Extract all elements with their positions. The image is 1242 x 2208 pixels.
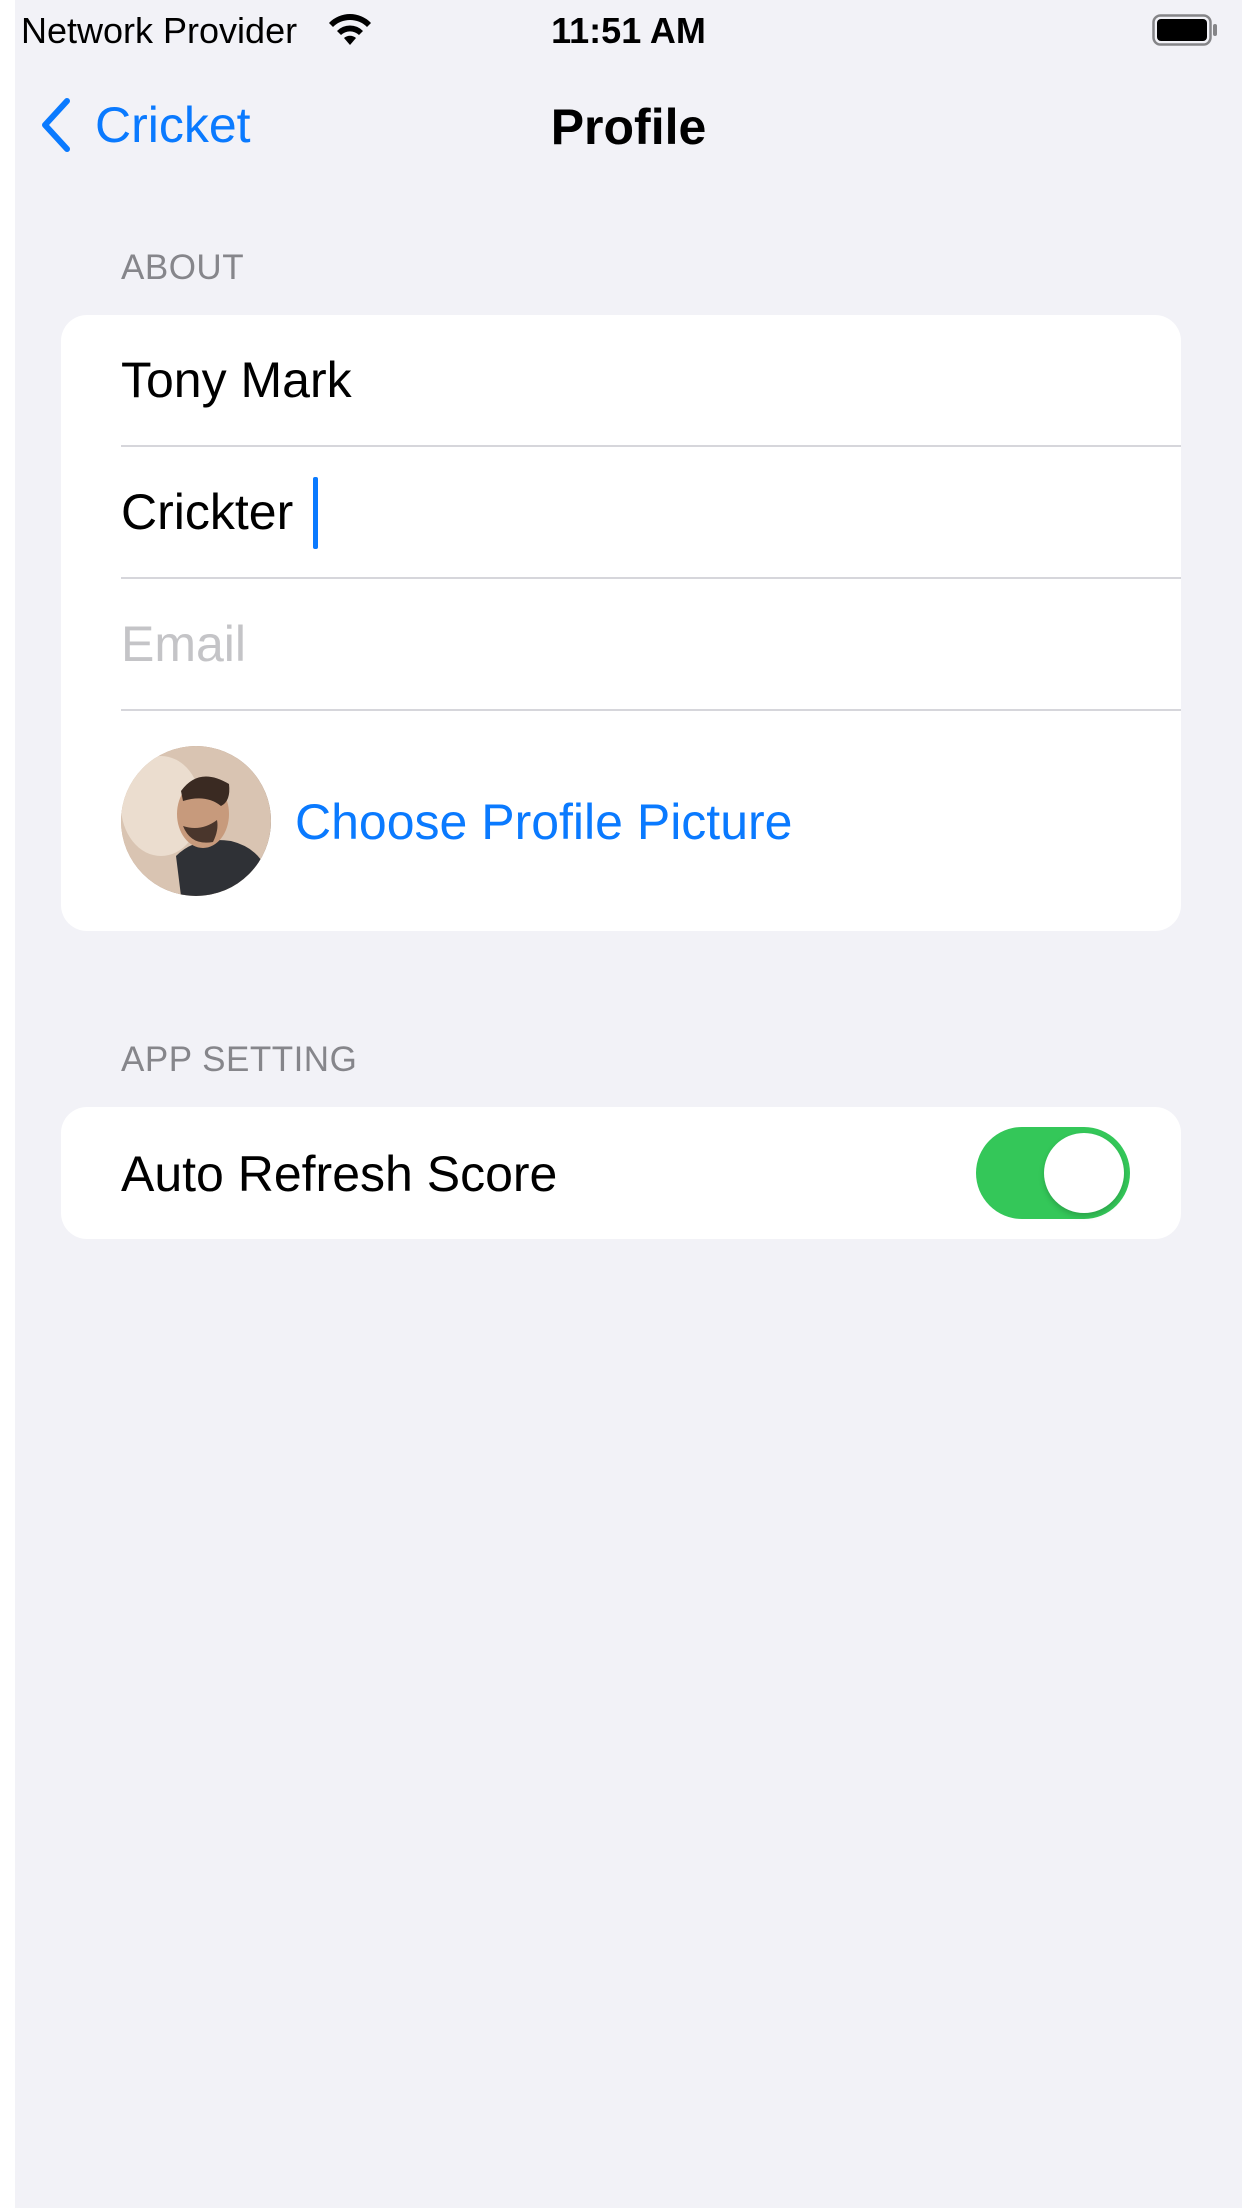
auto-refresh-row: Auto Refresh Score — [61, 1107, 1181, 1239]
text-cursor — [313, 477, 318, 549]
email-field[interactable] — [121, 579, 1121, 709]
navigation-bar: Cricket Profile — [15, 62, 1242, 188]
about-section-header: ABOUT — [121, 248, 245, 287]
app-setting-card: Auto Refresh Score — [61, 1107, 1181, 1239]
name-field[interactable] — [121, 315, 1121, 445]
role-row — [61, 447, 1181, 577]
auto-refresh-label: Auto Refresh Score — [121, 1146, 558, 1202]
name-row — [61, 315, 1181, 445]
status-time: 11:51 AM — [551, 10, 706, 51]
profile-picture-row: Choose Profile Picture — [61, 711, 1181, 931]
app-setting-section-header: APP SETTING — [121, 1040, 358, 1079]
auto-refresh-toggle[interactable] — [976, 1127, 1130, 1219]
status-bar: Network Provider 11:51 AM — [15, 0, 1242, 62]
about-card: Choose Profile Picture — [61, 315, 1181, 931]
avatar-photo — [121, 746, 271, 896]
battery-icon — [1152, 14, 1217, 46]
choose-profile-picture-button[interactable]: Choose Profile Picture — [295, 793, 792, 851]
email-row — [61, 579, 1181, 709]
toggle-knob — [1044, 1133, 1124, 1213]
page-title: Profile — [550, 99, 707, 155]
profile-screen: Network Provider 11:51 AM Cricket Profil… — [15, 0, 1242, 2208]
role-field[interactable] — [121, 447, 1121, 577]
avatar — [121, 746, 271, 896]
